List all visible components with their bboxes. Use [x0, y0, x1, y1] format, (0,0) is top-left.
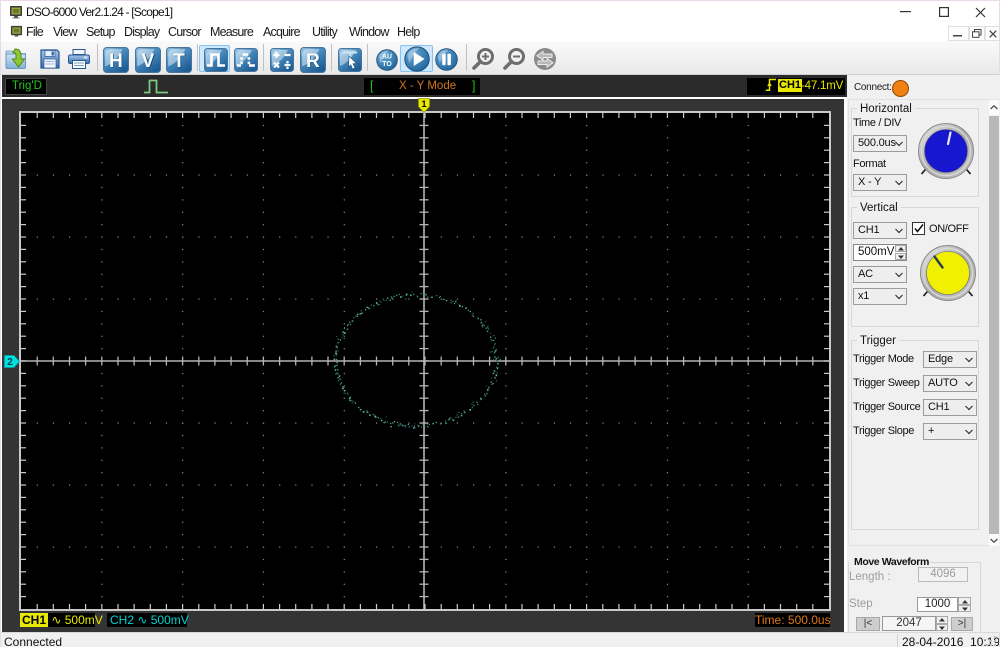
svg-text:2: 2 [7, 357, 13, 368]
svg-text:H: H [109, 51, 123, 72]
svg-text:V: V [142, 51, 155, 72]
svg-text:AU: AU [382, 54, 392, 61]
svg-text:T: T [173, 51, 185, 72]
svg-text:TO: TO [382, 61, 392, 68]
svg-text:R: R [306, 51, 320, 72]
svg-text:1: 1 [421, 99, 426, 109]
